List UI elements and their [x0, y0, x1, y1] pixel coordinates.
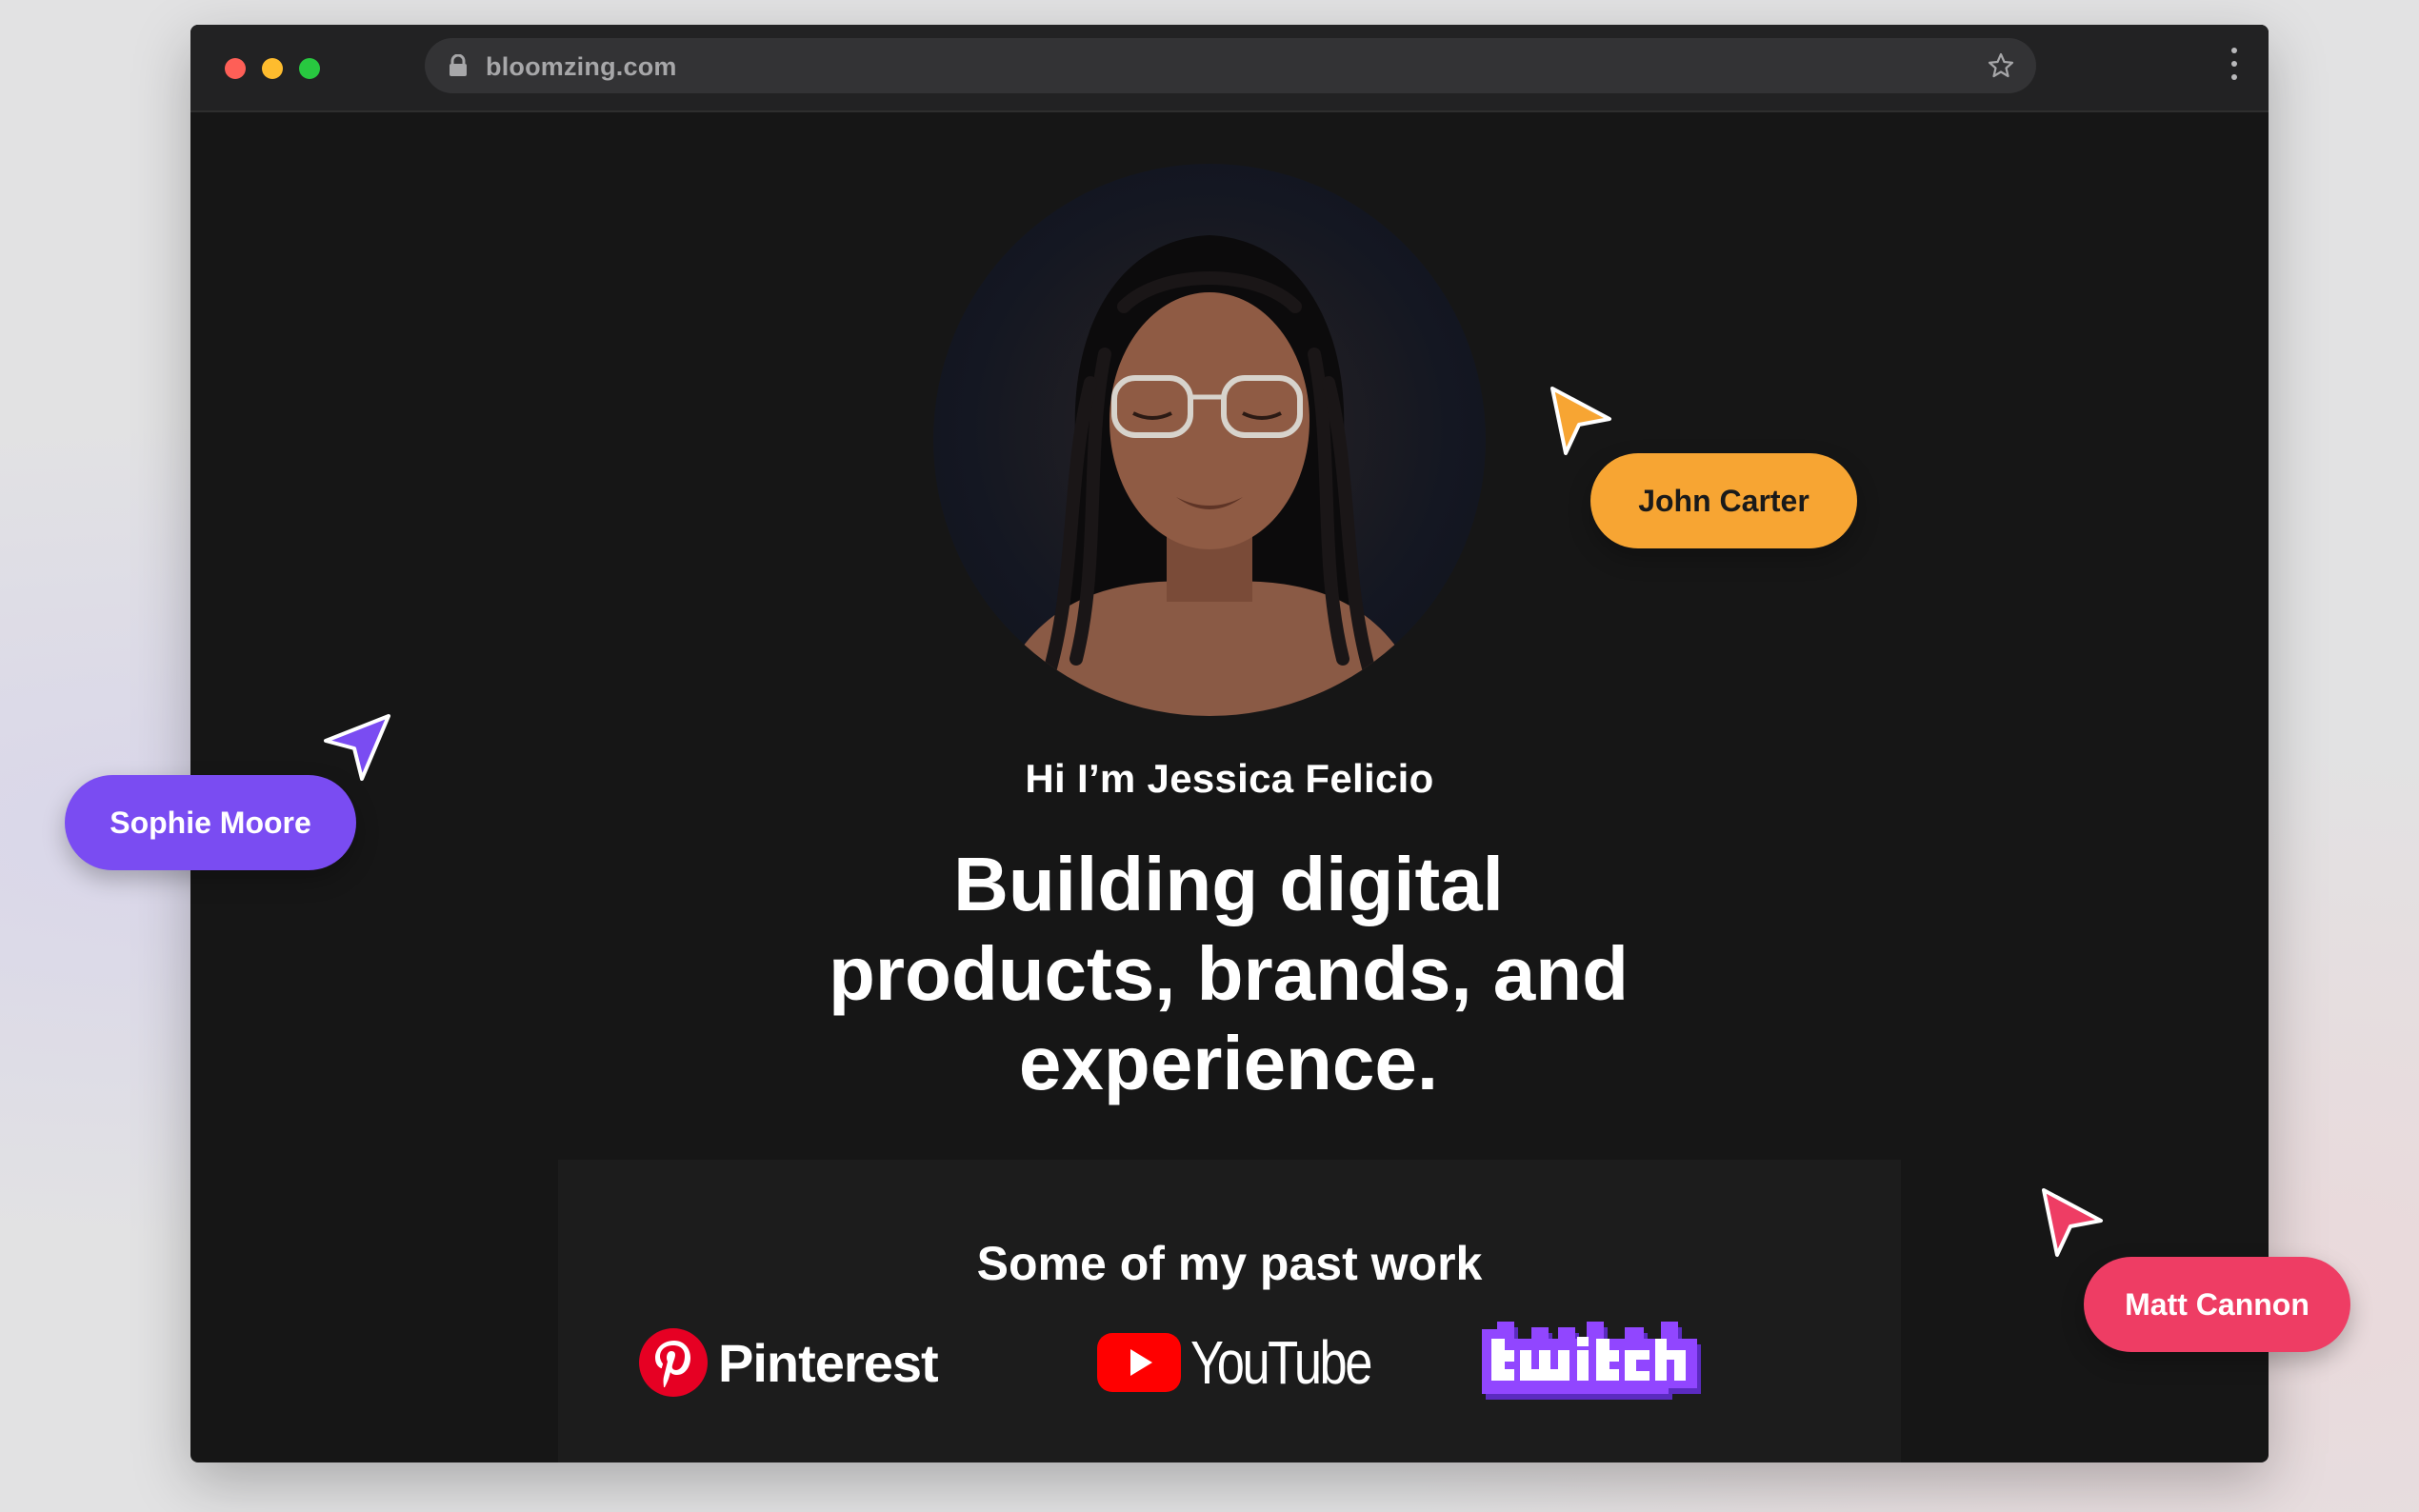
past-work-title: Some of my past work: [976, 1237, 1483, 1290]
youtube-logo-text: YouTube: [1190, 1328, 1372, 1397]
collaborator-tag-sophie-moore: Sophie Moore: [65, 775, 356, 870]
past-work-section: Some of my past work Pinterest YouTube: [558, 1160, 1901, 1462]
youtube-logo[interactable]: YouTube: [1097, 1320, 1410, 1405]
browser-titlebar: bloomzing.com: [190, 25, 2269, 112]
twitch-wordmark-icon: [1482, 1322, 1701, 1400]
portrait-illustration: [990, 235, 1429, 716]
lock-icon: [450, 54, 467, 76]
matt-cannon-cursor-icon: [2042, 1188, 2103, 1257]
greeting-text: Hi I’m Jessica Felicio: [1025, 756, 1434, 801]
address-bar-url: bloomzing.com: [486, 52, 677, 81]
pinterest-logo[interactable]: Pinterest: [638, 1320, 939, 1405]
browser-menu-icon[interactable]: [2229, 48, 2240, 90]
profile-photo: [933, 164, 1486, 716]
address-bar[interactable]: bloomzing.com: [425, 38, 2036, 93]
sophie-moore-cursor-icon: [324, 714, 390, 781]
close-window-button[interactable]: [225, 58, 246, 79]
collaborator-tag-john-carter: John Carter: [1590, 453, 1857, 548]
youtube-icon: [1097, 1333, 1181, 1392]
hero-headline: Building digital products, brands, and e…: [828, 842, 1629, 1105]
collaborator-tag-matt-cannon: Matt Cannon: [2084, 1257, 2350, 1352]
browser-window: bloomzing.com Hi I’m Jessica Felicio Bui…: [190, 25, 2269, 1462]
pinterest-logo-text: Pinterest: [718, 1332, 939, 1393]
pinterest-icon: [639, 1328, 708, 1397]
john-carter-cursor-icon: [1550, 387, 1611, 455]
bookmark-star-icon[interactable]: [1987, 51, 2015, 80]
twitch-logo[interactable]: [1482, 1320, 1707, 1405]
maximize-window-button[interactable]: [299, 58, 320, 79]
minimize-window-button[interactable]: [262, 58, 283, 79]
